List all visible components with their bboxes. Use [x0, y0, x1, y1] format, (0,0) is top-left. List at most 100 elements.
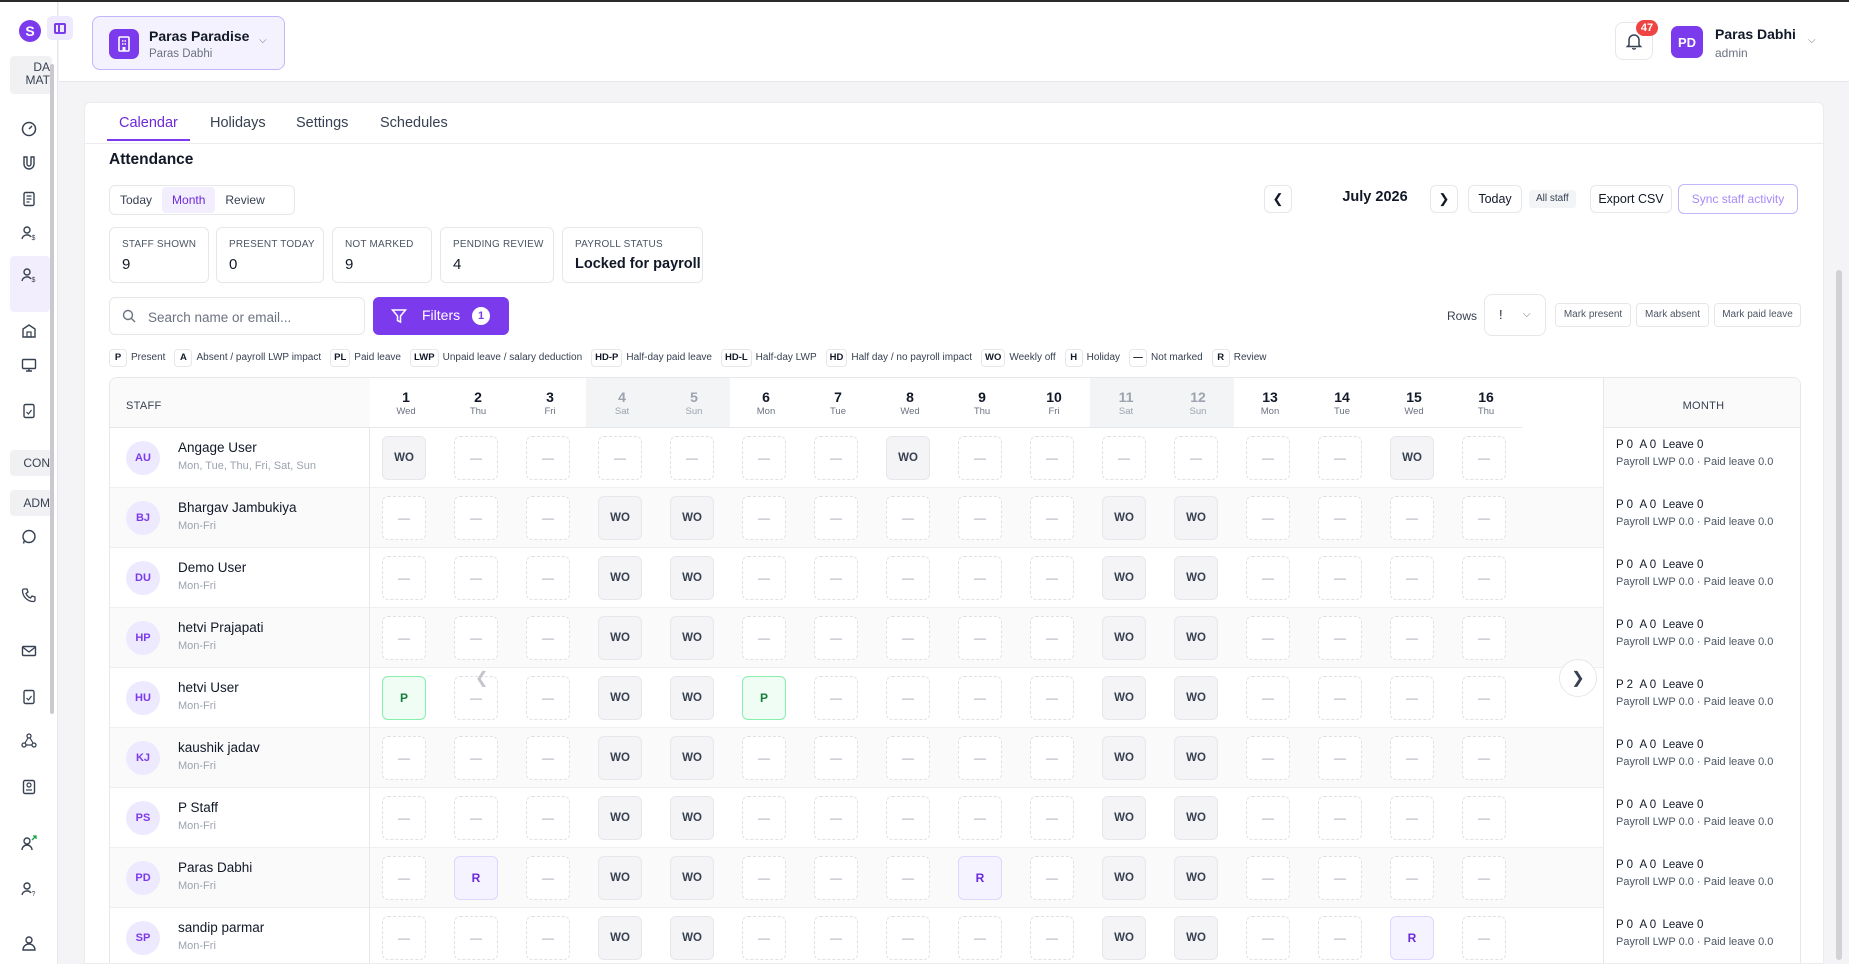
attendance-cell[interactable]: —	[1102, 436, 1146, 480]
property-switcher[interactable]: Paras Paradise Paras Dabhi ⌵	[92, 16, 285, 70]
attendance-cell[interactable]: —	[526, 436, 570, 480]
attendance-cell[interactable]: —	[1318, 496, 1362, 540]
attendance-cell[interactable]: —	[382, 556, 426, 600]
attendance-cell[interactable]: —	[1318, 556, 1362, 600]
attendance-cell[interactable]: WO	[1102, 916, 1146, 960]
attendance-cell[interactable]: —	[1318, 736, 1362, 780]
attendance-cell[interactable]: —	[958, 916, 1002, 960]
attendance-cell[interactable]: —	[814, 556, 858, 600]
attendance-cell[interactable]: —	[1318, 796, 1362, 840]
attendance-cell[interactable]: —	[1030, 436, 1074, 480]
attendance-cell[interactable]: —	[1318, 676, 1362, 720]
attendance-cell[interactable]: —	[1030, 616, 1074, 660]
mail-icon[interactable]	[20, 642, 38, 660]
attendance-cell[interactable]: —	[814, 436, 858, 480]
attendance-cell[interactable]: —	[958, 796, 1002, 840]
attendance-cell[interactable]: —	[742, 736, 786, 780]
attendance-cell[interactable]: —	[1462, 796, 1506, 840]
app-logo[interactable]: S	[19, 20, 41, 42]
attendance-cell[interactable]: WO	[1102, 856, 1146, 900]
attendance-cell[interactable]: WO	[670, 616, 714, 660]
export-csv-button[interactable]: Export CSV	[1590, 185, 1672, 213]
sidebar-group-admin[interactable]: ADM	[10, 490, 52, 516]
attendance-cell[interactable]: WO	[1174, 736, 1218, 780]
attendance-cell[interactable]: —	[382, 616, 426, 660]
attendance-cell[interactable]: —	[1390, 856, 1434, 900]
attendance-cell[interactable]: —	[1318, 616, 1362, 660]
phone-call-icon[interactable]	[20, 586, 38, 604]
attendance-cell[interactable]: —	[1030, 496, 1074, 540]
attendance-cell[interactable]: —	[1246, 676, 1290, 720]
attendance-cell[interactable]: —	[886, 616, 930, 660]
attendance-cell[interactable]: —	[1030, 916, 1074, 960]
attendance-cell[interactable]: —	[382, 796, 426, 840]
attendance-cell[interactable]: WO	[598, 856, 642, 900]
staff-name[interactable]: Demo User	[178, 560, 246, 575]
gauge-icon[interactable]	[20, 120, 38, 138]
attendance-cell[interactable]: —	[886, 796, 930, 840]
attendance-cell[interactable]: WO	[1102, 796, 1146, 840]
attendance-cell[interactable]: —	[886, 496, 930, 540]
id-card-icon[interactable]	[20, 778, 38, 796]
attendance-cell[interactable]: —	[1246, 436, 1290, 480]
attendance-cell[interactable]: —	[526, 616, 570, 660]
attendance-cell[interactable]: WO	[1102, 736, 1146, 780]
attendance-cell[interactable]: —	[454, 796, 498, 840]
attendance-cell[interactable]: —	[742, 796, 786, 840]
sidebar-group-dashboard[interactable]: DA MAT	[10, 56, 52, 94]
attendance-cell[interactable]: —	[814, 856, 858, 900]
user-avatar[interactable]: PD	[1671, 26, 1703, 58]
view-today[interactable]: Today	[110, 187, 162, 213]
staff-name[interactable]: Paras Dabhi	[178, 860, 252, 875]
attendance-cell[interactable]: —	[1246, 556, 1290, 600]
user-growth-icon[interactable]	[20, 834, 38, 852]
attendance-cell[interactable]: WO	[670, 796, 714, 840]
attendance-cell[interactable]: WO	[598, 556, 642, 600]
attendance-cell[interactable]: —	[1462, 496, 1506, 540]
attendance-cell[interactable]: —	[814, 796, 858, 840]
whatsapp-icon[interactable]	[20, 528, 38, 546]
attendance-cell[interactable]: —	[1462, 676, 1506, 720]
user-menu-chevron-icon[interactable]: ⌵	[1808, 35, 1816, 46]
attendance-cell[interactable]: —	[526, 796, 570, 840]
attendance-cell[interactable]: —	[1390, 556, 1434, 600]
attendance-cell[interactable]: WO	[598, 916, 642, 960]
attendance-cell[interactable]: —	[742, 916, 786, 960]
attendance-cell[interactable]: —	[1246, 496, 1290, 540]
prev-month-button[interactable]: ❮	[1264, 185, 1292, 213]
today-button[interactable]: Today	[1468, 185, 1522, 213]
attendance-cell[interactable]: —	[958, 556, 1002, 600]
attendance-cell[interactable]: —	[742, 556, 786, 600]
attendance-cell[interactable]: WO	[598, 676, 642, 720]
attendance-cell[interactable]: WO	[670, 856, 714, 900]
attendance-cell[interactable]: —	[454, 616, 498, 660]
attendance-cell[interactable]: WO	[382, 436, 426, 480]
page-scrollbar[interactable]	[1836, 270, 1842, 960]
attendance-cell[interactable]: —	[958, 676, 1002, 720]
next-month-button[interactable]: ❯	[1430, 185, 1458, 213]
attendance-cell[interactable]: —	[1030, 856, 1074, 900]
tab-calendar[interactable]: Calendar	[107, 115, 190, 141]
attendance-cell[interactable]: WO	[1174, 916, 1218, 960]
attendance-cell[interactable]: —	[886, 856, 930, 900]
attendance-cell[interactable]: —	[814, 496, 858, 540]
attendance-cell[interactable]: —	[742, 856, 786, 900]
attendance-cell[interactable]: —	[382, 916, 426, 960]
user-name[interactable]: Paras Dabhi	[1715, 26, 1796, 42]
attendance-cell[interactable]: —	[814, 616, 858, 660]
attendance-cell[interactable]: —	[526, 916, 570, 960]
attendance-cell[interactable]: —	[1462, 436, 1506, 480]
attendance-cell[interactable]: WO	[886, 436, 930, 480]
attendance-cell[interactable]: —	[1462, 736, 1506, 780]
attendance-cell[interactable]: WO	[598, 496, 642, 540]
attendance-cell[interactable]: —	[1390, 796, 1434, 840]
attendance-cell[interactable]: WO	[1174, 496, 1218, 540]
search-input[interactable]	[148, 307, 356, 327]
attendance-cell[interactable]: —	[1390, 496, 1434, 540]
attendance-cell[interactable]: —	[1390, 676, 1434, 720]
sync-staff-activity-button[interactable]: Sync staff activity	[1678, 184, 1798, 214]
attendance-cell[interactable]: WO	[1174, 616, 1218, 660]
attendance-cell[interactable]: —	[1246, 616, 1290, 660]
attendance-cell[interactable]: —	[1030, 676, 1074, 720]
attendance-cell[interactable]: WO	[1174, 676, 1218, 720]
